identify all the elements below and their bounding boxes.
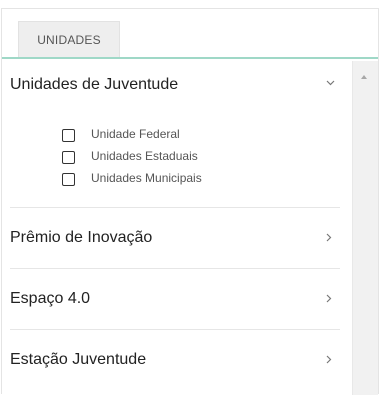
option-unidades-estaduais[interactable]: Unidades Estaduais (62, 145, 340, 167)
units-accordion: Unidades de Juventude Unidade Federal Un… (2, 61, 354, 390)
option-label: Unidades Estaduais (91, 149, 198, 163)
accordion-header-unidades-de-juventude[interactable]: Unidades de Juventude (10, 61, 340, 109)
option-label: Unidades Municipais (91, 171, 202, 185)
checkbox[interactable] (62, 173, 75, 186)
accordion-section-estacao-juventude: Estação Juventude (10, 330, 340, 390)
section-title: Estação Juventude (10, 351, 147, 368)
section-title: Unidades de Juventude (10, 76, 179, 93)
chevron-right-icon[interactable] (326, 233, 334, 242)
section-title: Espaço 4.0 (10, 290, 91, 307)
chevron-right-icon[interactable] (326, 355, 334, 364)
tab-unidades[interactable]: UNIDADES (18, 21, 120, 57)
scroll-up-arrow-icon[interactable] (361, 75, 367, 79)
accordion-section-premio-de-inovacao: Prêmio de Inovação (10, 208, 340, 269)
checkbox[interactable] (62, 151, 75, 164)
option-label: Unidade Federal (91, 127, 180, 141)
units-panel: UNIDADES Unidades de Juventude Unidade F… (1, 8, 379, 395)
tab-strip: UNIDADES (2, 9, 378, 59)
option-unidade-federal[interactable]: Unidade Federal (62, 123, 340, 145)
accordion-header-premio-de-inovacao[interactable]: Prêmio de Inovação (10, 208, 340, 268)
option-unidades-municipais[interactable]: Unidades Municipais (62, 167, 340, 189)
chevron-down-icon[interactable] (326, 80, 335, 88)
chevron-right-icon[interactable] (326, 294, 334, 303)
checkbox[interactable] (62, 129, 75, 142)
section-title: Prêmio de Inovação (10, 229, 153, 246)
vertical-scrollbar[interactable] (352, 61, 378, 395)
accordion-header-estacao-juventude[interactable]: Estação Juventude (10, 330, 340, 390)
accordion-section-unidades-de-juventude: Unidades de Juventude Unidade Federal Un… (10, 61, 340, 208)
checkbox-list: Unidade Federal Unidades Estaduais Unida… (10, 109, 340, 207)
accordion-header-espaco-4-0[interactable]: Espaço 4.0 (10, 269, 340, 329)
accordion-section-espaco-4-0: Espaço 4.0 (10, 269, 340, 330)
